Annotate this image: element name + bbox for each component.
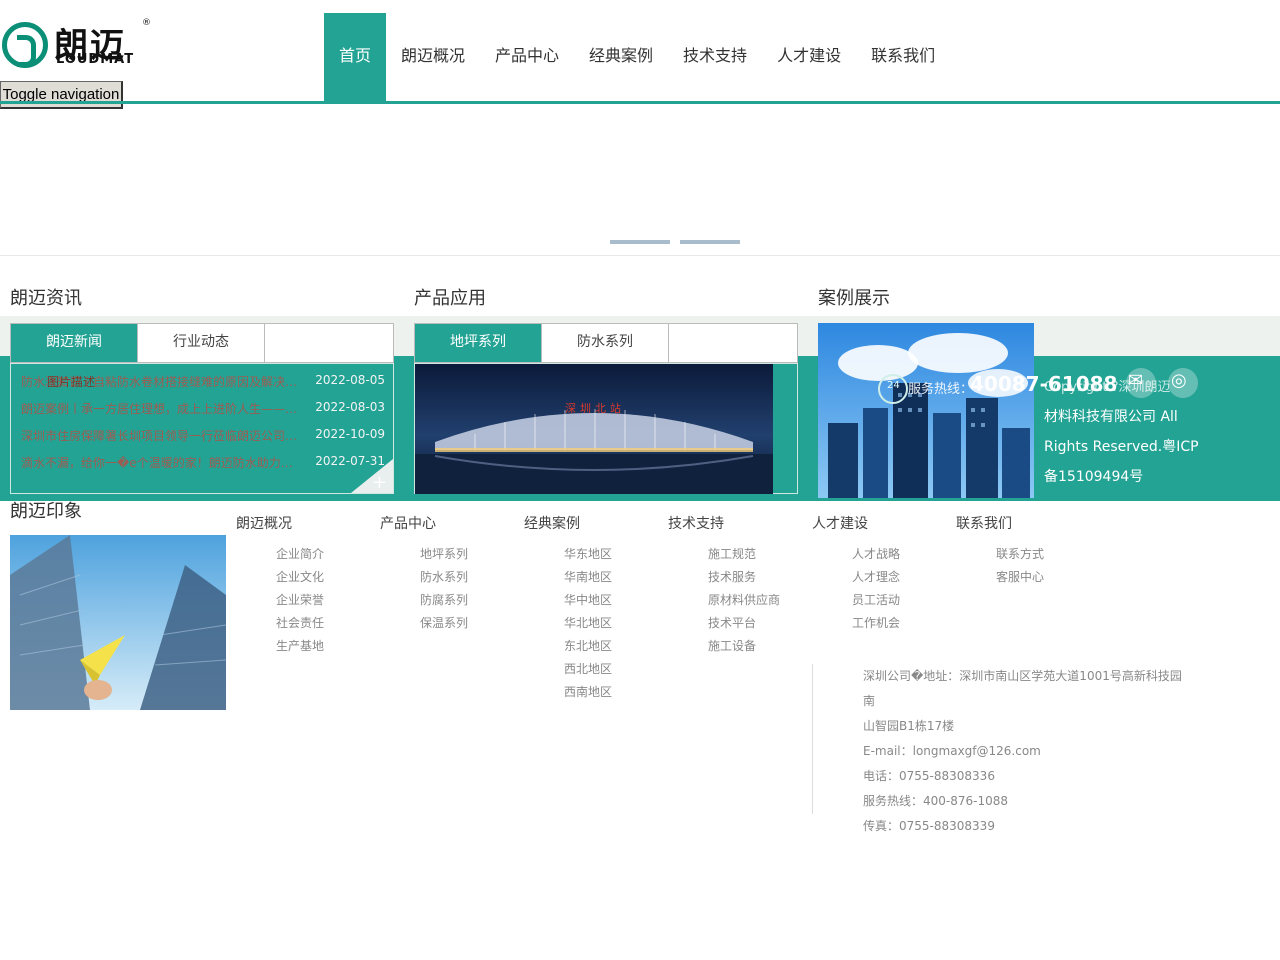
footer-col-heading[interactable]: 产品中心 bbox=[380, 513, 436, 533]
footer-col-heading[interactable]: 联系我们 bbox=[956, 513, 1012, 533]
nav-products[interactable]: 产品中心 bbox=[480, 13, 574, 102]
product-image-caption: 深圳北站 bbox=[565, 402, 625, 415]
cases-section-title: 案例展示 bbox=[818, 288, 890, 309]
footer-link[interactable]: 技术服务 bbox=[708, 566, 756, 589]
nav-cases[interactable]: 经典案例 bbox=[574, 13, 668, 102]
nav-talent[interactable]: 人才建设 bbox=[762, 13, 856, 102]
footer-link[interactable]: 人才理念 bbox=[852, 566, 900, 589]
toggle-navigation-button[interactable]: Toggle navigation bbox=[0, 81, 123, 109]
news-section-title: 朗迈资讯 bbox=[10, 288, 82, 309]
wechat-icon[interactable]: ✉ bbox=[1128, 370, 1143, 391]
footer-link[interactable]: 员工活动 bbox=[852, 589, 900, 612]
footer-link[interactable]: 原材料供应商 bbox=[708, 589, 780, 612]
footer-link[interactable]: 地坪系列 bbox=[420, 543, 468, 566]
product-panel: 深圳北站 bbox=[414, 363, 798, 494]
news-title[interactable]: 深圳市住房保障署长圳项目领导一行莅临朗迈公司考察 bbox=[21, 427, 299, 444]
footer-link[interactable]: 华东地区 bbox=[564, 543, 612, 566]
news-item[interactable]: 深圳市住房保障署长圳项目领导一行莅临朗迈公司考察 2022-10-09 bbox=[21, 427, 385, 447]
news-title[interactable]: 滴水不漏，给你一�e个温暖的家！朗迈防水助力美好生活 bbox=[21, 454, 299, 471]
impression-image[interactable] bbox=[10, 535, 226, 710]
product-image[interactable] bbox=[415, 364, 773, 494]
contact-address-2: 山智园B1栋17楼 bbox=[863, 719, 955, 733]
nav-contact[interactable]: 联系我们 bbox=[856, 13, 950, 102]
footer-link[interactable]: 施工设备 bbox=[708, 635, 756, 658]
banner-divider bbox=[0, 255, 1280, 256]
tab-industry-news[interactable]: 行业动态 bbox=[138, 324, 265, 362]
contact-divider bbox=[812, 664, 813, 814]
footer-link[interactable]: 施工规范 bbox=[708, 543, 756, 566]
footer-link[interactable]: 人才战略 bbox=[852, 543, 900, 566]
news-tabbar: 朗迈新闻 行业动态 bbox=[10, 323, 394, 363]
hotline-label: 服务热线： bbox=[908, 382, 974, 397]
footer-link[interactable]: 客服中心 bbox=[996, 566, 1044, 589]
footer-link[interactable]: 联系方式 bbox=[996, 543, 1044, 566]
tab-empty bbox=[669, 324, 796, 362]
nav-support[interactable]: 技术支持 bbox=[668, 13, 762, 102]
nav-home[interactable]: 首页 bbox=[324, 13, 386, 102]
footer-link[interactable]: 西南地区 bbox=[564, 681, 612, 704]
footer-link[interactable]: 生产基地 bbox=[276, 635, 324, 658]
contact-email: E-mail：longmaxgf@126.com bbox=[863, 744, 1041, 758]
phone-24-icon: 24 bbox=[878, 374, 908, 404]
banner-dot-1[interactable] bbox=[610, 240, 670, 244]
news-list: 防水涨知识丨自粘防水卷材搭接缝难的原因及解决方法 图片描述 2022-08-05… bbox=[10, 363, 394, 494]
news-title[interactable]: 朗迈案例丨承一方居住理想，成上上进阶人生——朗迈防水 bbox=[21, 400, 299, 417]
footer-col-heading[interactable]: 朗迈概况 bbox=[236, 513, 292, 533]
nav-underline bbox=[0, 101, 1280, 104]
product-section-title: 产品应用 bbox=[414, 288, 486, 309]
copyright-line-2: 材料科技有限公司 All bbox=[1044, 409, 1178, 425]
footer-link[interactable]: 企业荣誉 bbox=[276, 589, 324, 612]
impression-section-title: 朗迈印象 bbox=[10, 501, 82, 522]
product-tabbar: 地坪系列 防水系列 bbox=[414, 323, 798, 363]
tab-floor-series[interactable]: 地坪系列 bbox=[415, 324, 542, 362]
main-nav: 首页 朗迈概况 产品中心 经典案例 技术支持 人才建设 联系我们 bbox=[324, 13, 950, 102]
footer-link[interactable]: 企业简介 bbox=[276, 543, 324, 566]
contact-phone: 电话：0755-88308336 bbox=[863, 769, 995, 783]
footer-link[interactable]: 技术平台 bbox=[708, 612, 756, 635]
news-date: 2022-08-05 bbox=[315, 373, 385, 387]
footer-link[interactable]: 华北地区 bbox=[564, 612, 612, 635]
brand-logo[interactable]: 朗迈 LOUDMAT ® bbox=[2, 18, 152, 74]
footer-link[interactable]: 华南地区 bbox=[564, 566, 612, 589]
logo-mark-icon bbox=[2, 22, 48, 68]
news-item[interactable]: 防水涨知识丨自粘防水卷材搭接缝难的原因及解决方法 图片描述 2022-08-05 bbox=[21, 373, 385, 393]
registered-mark: ® bbox=[142, 18, 151, 28]
tab-empty bbox=[265, 324, 392, 362]
footer-link[interactable]: 社会责任 bbox=[276, 612, 324, 635]
footer-link[interactable]: 东北地区 bbox=[564, 635, 612, 658]
footer-link[interactable]: 保温系列 bbox=[420, 612, 468, 635]
footer-link[interactable]: 西北地区 bbox=[564, 658, 612, 681]
contact-hotline: 服务热线：400-876-1088 bbox=[863, 794, 1009, 808]
news-date: 2022-08-03 bbox=[315, 400, 385, 414]
nav-about[interactable]: 朗迈概况 bbox=[386, 13, 480, 102]
logo-text-en: LOUDMAT bbox=[56, 52, 135, 67]
news-date: 2022-10-09 bbox=[315, 427, 385, 441]
tab-company-news[interactable]: 朗迈新闻 bbox=[11, 324, 138, 362]
footer-link[interactable]: 防水系列 bbox=[420, 566, 468, 589]
footer-link[interactable]: 企业文化 bbox=[276, 566, 324, 589]
contact-fax: 传真：0755-88308339 bbox=[863, 819, 995, 833]
footer-link[interactable]: 工作机会 bbox=[852, 612, 900, 635]
footer-col-heading[interactable]: 技术支持 bbox=[668, 513, 724, 533]
weibo-icon[interactable]: ◎ bbox=[1171, 370, 1187, 391]
contact-address: 深圳公司�地址：深圳市南山区学苑大道1001号高新科技园南 bbox=[863, 669, 1182, 708]
copyright-line-4: 备15109494号 bbox=[1044, 469, 1144, 485]
news-item[interactable]: 朗迈案例丨承一方居住理想，成上上进阶人生——朗迈防水 2022-08-03 bbox=[21, 400, 385, 420]
footer-col-heading[interactable]: 经典案例 bbox=[524, 513, 580, 533]
case-image[interactable] bbox=[818, 323, 1034, 498]
footer-link[interactable]: 防腐系列 bbox=[420, 589, 468, 612]
contact-block: 深圳公司�地址：深圳市南山区学苑大道1001号高新科技园南 山智园B1栋17楼 … bbox=[863, 664, 1193, 839]
copyright-line-3: Rights Reserved.粤ICP bbox=[1044, 439, 1199, 455]
news-overlay-label: 图片描述 bbox=[47, 375, 96, 389]
tab-waterproof-series[interactable]: 防水系列 bbox=[542, 324, 669, 362]
footer-link[interactable]: 华中地区 bbox=[564, 589, 612, 612]
news-item[interactable]: 滴水不漏，给你一�e个温暖的家！朗迈防水助力美好生活 2022-07-31 bbox=[21, 454, 385, 474]
more-plus-icon[interactable]: + bbox=[372, 472, 387, 493]
footer-col-heading[interactable]: 人才建设 bbox=[812, 513, 868, 533]
banner-dot-2[interactable] bbox=[680, 240, 740, 244]
